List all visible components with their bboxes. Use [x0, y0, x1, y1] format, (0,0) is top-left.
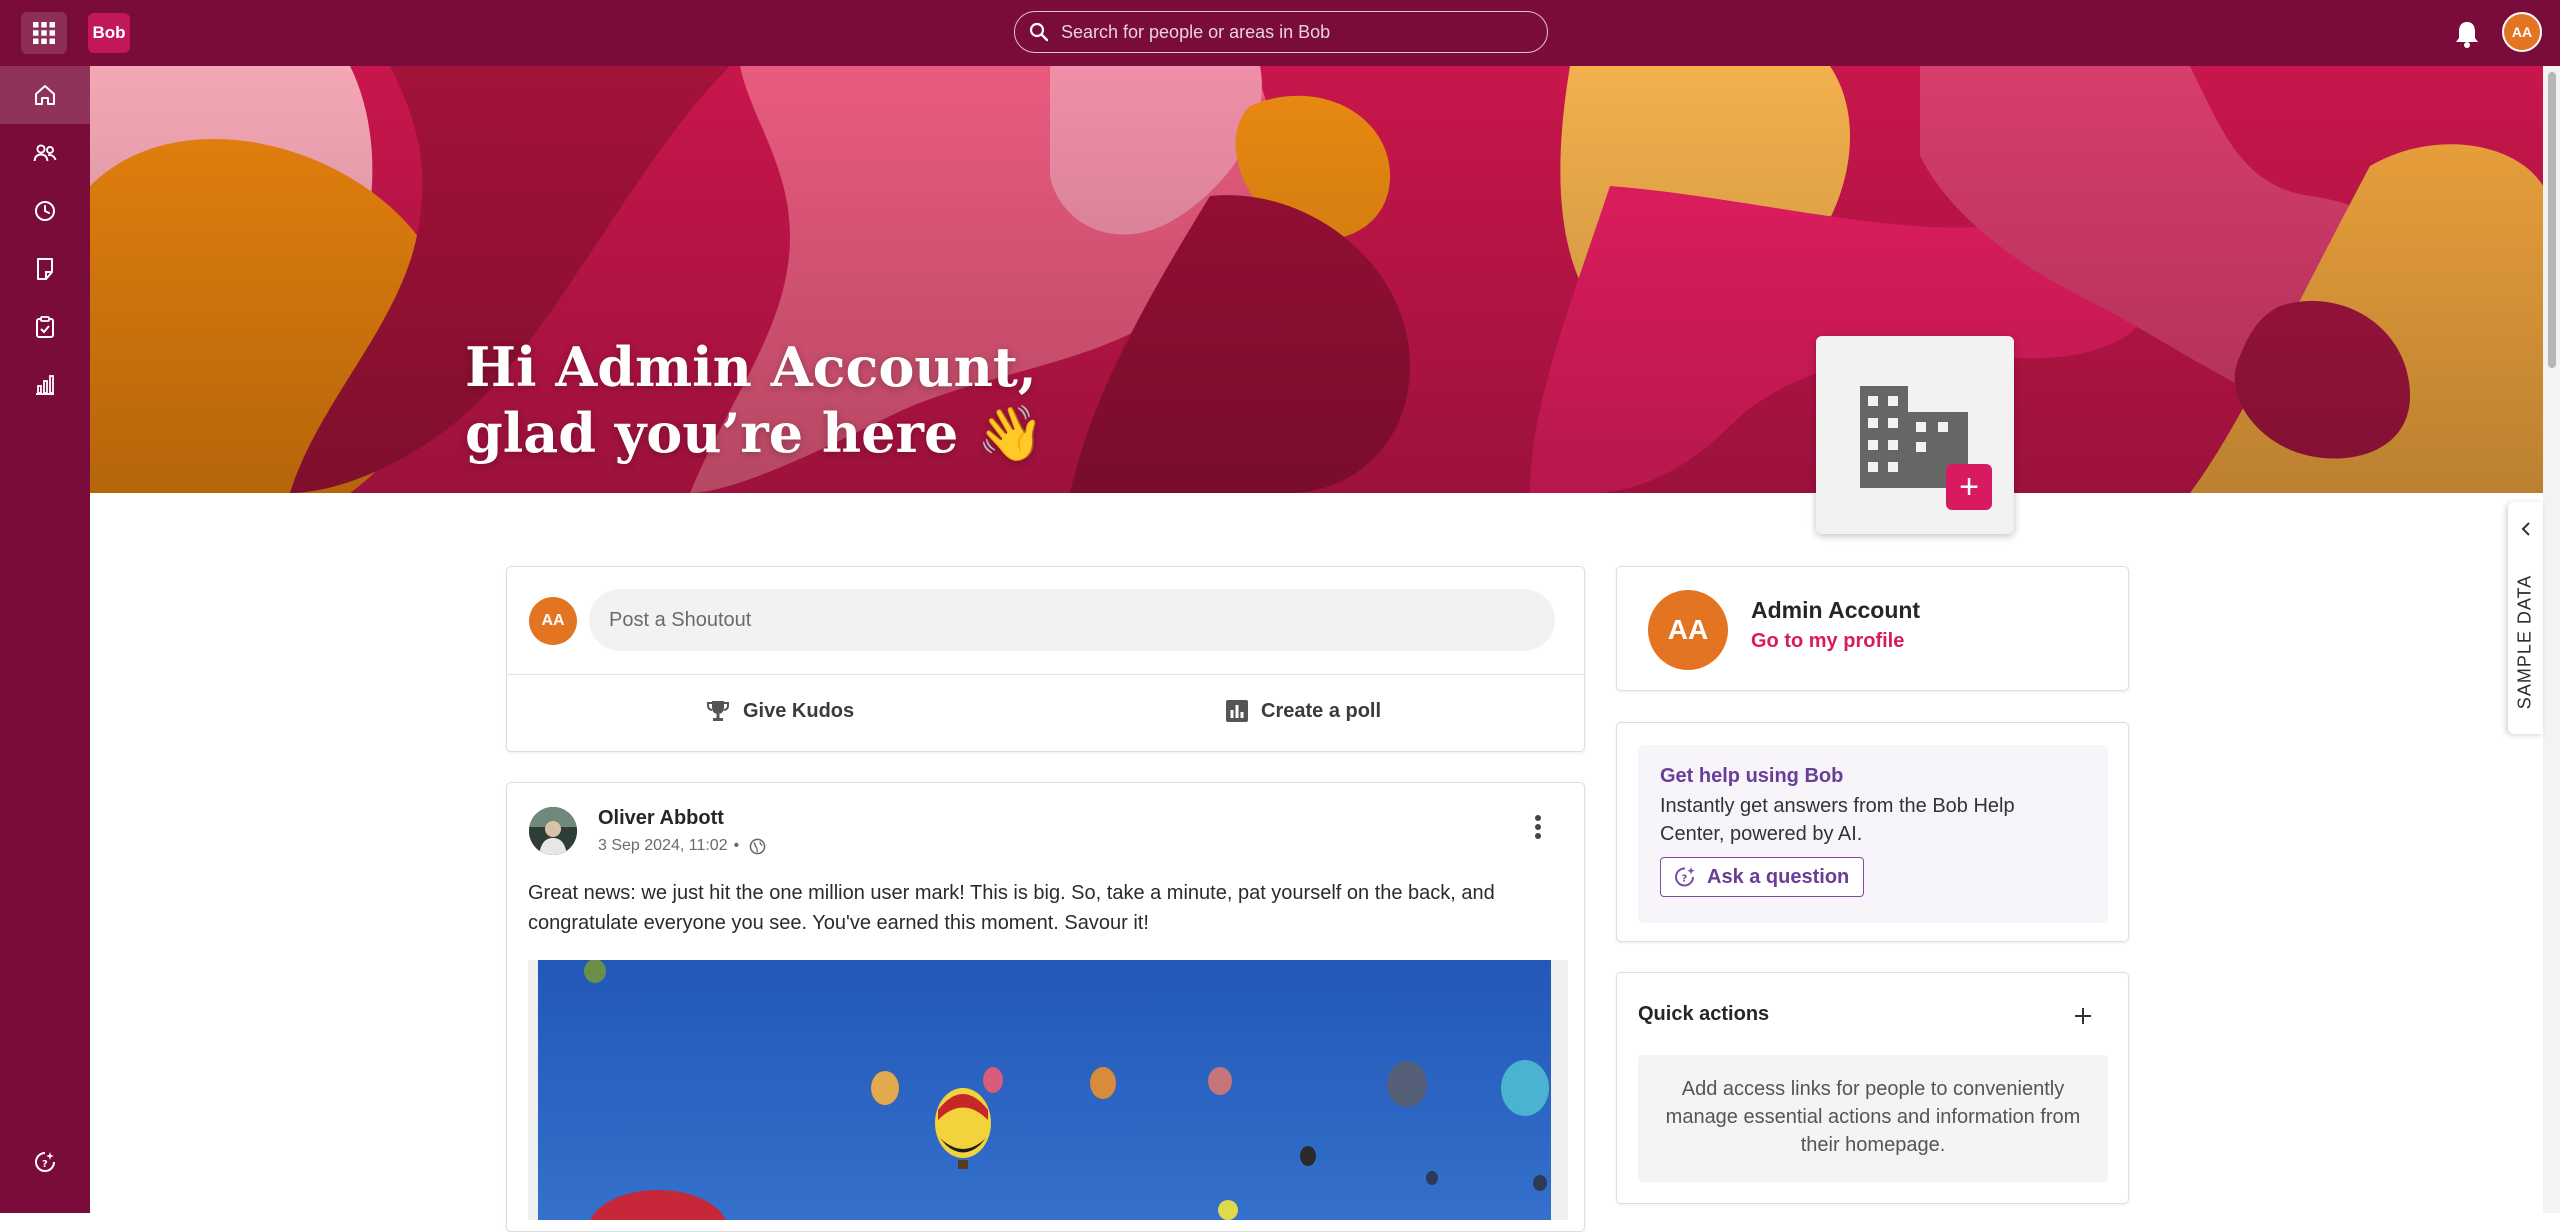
greeting-line-1: Hi Admin Account, [465, 335, 1037, 399]
shoutout-composer-card: AA Give Kudos Create a poll [506, 566, 1585, 752]
composer-divider [507, 674, 1584, 675]
apps-grid-icon [33, 22, 55, 44]
add-quick-action-button[interactable] [2066, 999, 2100, 1033]
hot-air-balloons-photo [538, 960, 1551, 1220]
top-bar: Bob AA [0, 0, 2560, 66]
help-description: Instantly get answers from the Bob Help … [1660, 795, 2015, 845]
sidebar-item-documents[interactable] [0, 240, 90, 298]
quick-actions-empty-text: Add access links for people to convenien… [1665, 1078, 2081, 1156]
profile-name: Admin Account [1751, 597, 1921, 623]
search-icon [1029, 22, 1049, 42]
post-author-name[interactable]: Oliver Abbott [598, 807, 724, 830]
go-to-profile-link[interactable]: Go to my profile [1751, 630, 1904, 653]
clipboard-icon [36, 316, 54, 338]
clock-icon [35, 201, 55, 221]
trophy-icon [707, 701, 729, 721]
sidebar-nav: ? [0, 66, 90, 1213]
post-shoutout-input[interactable] [589, 589, 1555, 651]
welcome-greeting: Hi Admin Account, glad you’re here 👋 [465, 334, 1044, 466]
post-meta: 3 Sep 2024, 11:02 • [598, 837, 766, 855]
composer-avatar: AA [529, 597, 577, 645]
meta-separator: • [733, 837, 740, 854]
plus-icon [2075, 1008, 2091, 1024]
svg-text:?: ? [1682, 874, 1688, 885]
post-image[interactable] [528, 960, 1568, 1220]
notifications-bell-icon[interactable] [2453, 19, 2481, 49]
banner-artwork [90, 66, 2543, 493]
quick-actions-title: Quick actions [1638, 1003, 1770, 1025]
create-poll-button[interactable]: Create a poll [1225, 691, 1381, 731]
post-timestamp: 3 Sep 2024, 11:02 [598, 837, 728, 854]
analytics-icon [36, 375, 54, 395]
people-icon [33, 144, 57, 162]
give-kudos-label: Give Kudos [743, 699, 855, 722]
ai-help-icon: ? [1675, 867, 1695, 887]
author-avatar[interactable] [529, 807, 577, 855]
profile-avatar[interactable]: AA [1648, 590, 1728, 670]
sidebar-item-analytics[interactable] [0, 356, 90, 414]
home-icon [35, 85, 55, 105]
search-input[interactable] [1061, 21, 1521, 43]
ask-a-question-label: Ask a question [1707, 865, 1850, 888]
sidebar-item-help-assistant[interactable]: ? [0, 1133, 90, 1191]
bob-logo[interactable]: Bob [88, 13, 130, 53]
user-avatar-button[interactable]: AA [2502, 12, 2542, 52]
welcome-banner: Hi Admin Account, glad you’re here 👋 [90, 66, 2543, 493]
help-card: Get help using Bob Instantly get answers… [1616, 722, 2129, 942]
ask-a-question-button[interactable]: ? Ask a question [1660, 857, 1865, 897]
feed-post-card: Oliver Abbott 3 Sep 2024, 11:02 • Great … [506, 782, 1585, 1232]
sidebar-item-time[interactable] [0, 182, 90, 240]
globe-icon [749, 838, 766, 854]
sidebar-item-people[interactable] [0, 124, 90, 182]
give-kudos-button[interactable]: Give Kudos [705, 691, 854, 731]
greeting-line-2: glad you’re here 👋 [465, 401, 1045, 465]
poll-chart-icon [1226, 700, 1248, 722]
global-search[interactable] [1014, 11, 1548, 53]
create-poll-label: Create a poll [1261, 699, 1382, 722]
chevron-left-icon [2521, 522, 2530, 536]
sample-data-label: SAMPLE DATA [2514, 574, 2535, 710]
apps-grid-button[interactable] [21, 12, 67, 54]
quick-actions-card: Quick actions Add access links for peopl… [1616, 972, 2129, 1204]
sidebar-item-home[interactable] [0, 66, 90, 124]
sidebar-item-tasks[interactable] [0, 298, 90, 356]
help-title: Get help using Bob [1660, 765, 1844, 787]
add-company-logo-button[interactable]: + [1946, 464, 1992, 510]
sample-data-tab[interactable]: SAMPLE DATA [2508, 502, 2543, 734]
document-icon [37, 258, 53, 280]
quick-actions-empty-state: Add access links for people to convenien… [1638, 1055, 2108, 1182]
page-scrollbar-thumb[interactable] [2548, 72, 2556, 368]
post-options-button[interactable] [1520, 809, 1556, 845]
svg-text:?: ? [42, 1159, 48, 1170]
post-text: Great news: we just hit the one million … [528, 882, 1495, 934]
help-box: Get help using Bob Instantly get answers… [1638, 745, 2108, 923]
author-photo-icon [529, 807, 577, 855]
profile-card: AA Admin Account Go to my profile [1616, 566, 2129, 691]
more-vertical-icon [1535, 815, 1541, 839]
help-assistant-icon: ? [35, 1152, 55, 1172]
company-logo-placeholder[interactable]: + [1816, 336, 2014, 534]
